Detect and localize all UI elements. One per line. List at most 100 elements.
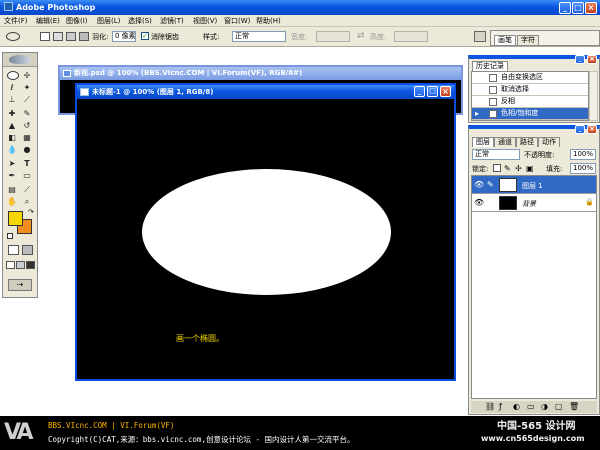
palette-well-icon[interactable] [474, 31, 486, 42]
eraser-tool-icon[interactable]: ◧ [7, 133, 17, 143]
doc-minimize-button[interactable]: _ [414, 86, 425, 97]
feather-input[interactable]: 0 像素 [112, 31, 136, 42]
minimize-button[interactable]: _ [559, 2, 571, 14]
tab-actions[interactable]: 动作 [538, 137, 560, 147]
tab-brushes[interactable]: 画笔 [494, 35, 516, 45]
back-document-title: 新视.psd @ 100% (BBS.VIcnc.COM | VI.Forum(… [74, 69, 303, 77]
screen-mode-standard-icon[interactable] [6, 261, 15, 269]
ellipse-marquee-icon[interactable] [6, 32, 20, 41]
screen-mode-full-menu-icon[interactable] [16, 261, 25, 269]
menu-file[interactable]: 文件(F) [4, 16, 28, 26]
history-item-selected[interactable]: ▸ 色相/饱和度 [472, 108, 588, 120]
doc-close-button[interactable]: × [440, 86, 451, 97]
adjustment-layer-icon[interactable]: ◑ [541, 402, 548, 411]
lock-position-icon[interactable]: ✢ [515, 164, 522, 173]
layer-style-icon[interactable]: ƒ [499, 402, 502, 411]
layers-close-button[interactable]: × [587, 125, 597, 134]
gradient-tool-icon[interactable]: ▦ [22, 133, 32, 143]
menu-help[interactable]: 帮助(H) [256, 16, 281, 26]
swap-colors-icon[interactable]: ↷ [28, 208, 34, 216]
menu-filter[interactable]: 滤镜(T) [160, 16, 184, 26]
selection-mode-new-icon[interactable] [40, 32, 50, 41]
new-group-icon[interactable]: ▭ [527, 402, 535, 411]
tab-channels[interactable]: 通道 [494, 137, 516, 147]
hand-tool-icon[interactable]: ✋ [7, 197, 17, 207]
selection-mode-intersect-icon[interactable] [79, 32, 89, 41]
history-minimize-button[interactable]: _ [575, 55, 585, 64]
default-colors-icon[interactable] [7, 233, 13, 239]
width-input[interactable] [316, 31, 350, 42]
menu-image[interactable]: 图像(I) [66, 16, 88, 26]
type-tool-icon[interactable]: T [22, 159, 32, 169]
layers-minimize-button[interactable]: _ [575, 125, 585, 134]
opacity-input[interactable]: 100% [570, 149, 596, 160]
back-document-title-bar[interactable]: 新视.psd @ 100% (BBS.VIcnc.COM | VI.Forum(… [60, 67, 461, 80]
zoom-tool-icon[interactable]: ⌕ [22, 197, 32, 207]
history-step-icon [489, 110, 497, 118]
pen-tool-icon[interactable]: ✒ [7, 171, 17, 181]
layer-row[interactable]: 👁 背景 🔒 [472, 194, 596, 212]
healing-brush-tool-icon[interactable]: ✚ [7, 109, 17, 119]
swap-dimensions-icon[interactable]: ⇄ [357, 31, 365, 41]
screen-mode-full-icon[interactable] [26, 261, 35, 269]
lock-transparency-icon[interactable] [493, 164, 501, 172]
tab-characters[interactable]: 字符 [517, 35, 539, 45]
style-select[interactable]: 正常 [232, 31, 286, 42]
front-document-title-bar[interactable]: 未标题-1 @ 100% (图层 1, RGB/8) [77, 85, 454, 99]
clone-stamp-tool-icon[interactable]: ▲ [7, 121, 17, 131]
tab-layers[interactable]: 图层 [472, 137, 494, 147]
link-layers-icon[interactable]: ⛓ [485, 402, 495, 411]
magic-wand-tool-icon[interactable]: ✦ [22, 83, 32, 93]
history-item[interactable]: 反相 [472, 96, 588, 108]
menu-window[interactable]: 窗口(W) [224, 16, 250, 26]
blur-tool-icon[interactable]: 💧 [7, 145, 17, 155]
lock-all-icon[interactable]: ▣ [526, 164, 534, 173]
eye-icon[interactable]: 👁 [474, 180, 484, 189]
blend-mode-select[interactable]: 正常 [472, 149, 520, 160]
antialias-checkbox[interactable]: ✓ [141, 32, 149, 40]
slice-tool-icon[interactable]: ⟋ [22, 95, 32, 105]
layers-bottom-bar: ⛓ ƒ ◐ ▭ ◑ ▢ 🗑 [471, 401, 597, 413]
doc-maximize-button[interactable]: □ [427, 86, 438, 97]
fill-input[interactable]: 100% [570, 163, 596, 174]
shape-tool-icon[interactable]: ▭ [22, 171, 32, 181]
brush-link-icon[interactable]: ✎ [487, 180, 494, 189]
selection-mode-add-icon[interactable] [53, 32, 63, 41]
history-close-button[interactable]: × [587, 55, 597, 64]
menu-select[interactable]: 选择(S) [128, 16, 152, 26]
lock-pixels-icon[interactable]: ✎ [504, 164, 511, 173]
dodge-tool-icon[interactable]: ● [22, 145, 32, 155]
history-scrollbar[interactable] [589, 71, 598, 121]
history-item[interactable]: 自由变换选区 [472, 72, 588, 84]
foreground-color-swatch[interactable] [8, 211, 23, 226]
document-canvas[interactable]: 画一个椭圆。 [77, 99, 454, 379]
notes-tool-icon[interactable]: ▤ [7, 185, 17, 195]
feather-label: 羽化: [92, 33, 109, 41]
standard-mode-icon[interactable] [8, 245, 19, 255]
lasso-tool-icon[interactable]: ℓ [7, 83, 17, 93]
history-item[interactable]: 取消选择 [472, 84, 588, 96]
layer-mask-icon[interactable]: ◐ [513, 402, 520, 411]
path-selection-tool-icon[interactable]: ➤ [7, 159, 17, 169]
move-tool-icon[interactable]: ✢ [22, 71, 32, 81]
maximize-button[interactable]: □ [572, 2, 584, 14]
crop-tool-icon[interactable]: ⊥ [7, 95, 17, 105]
tab-paths[interactable]: 路径 [516, 137, 538, 147]
brush-tool-icon[interactable]: ✎ [22, 109, 32, 119]
selection-mode-subtract-icon[interactable] [66, 32, 76, 41]
menu-layer[interactable]: 图层(L) [97, 16, 120, 26]
eye-icon[interactable]: 👁 [474, 198, 484, 207]
delete-layer-icon[interactable]: 🗑 [569, 402, 579, 411]
imageready-jump-icon[interactable]: ⇢ [8, 279, 32, 291]
eyedropper-tool-icon[interactable]: ⟋ [22, 185, 32, 195]
new-layer-icon[interactable]: ▢ [555, 402, 563, 411]
menu-edit[interactable]: 编辑(E) [36, 16, 60, 26]
height-input[interactable] [394, 31, 428, 42]
tab-history[interactable]: 历史记录 [472, 61, 508, 71]
quick-mask-mode-icon[interactable] [22, 245, 33, 255]
layer-row-selected[interactable]: 👁 ✎ 图层 1 [472, 176, 596, 194]
menu-view[interactable]: 视图(V) [193, 16, 217, 26]
history-brush-tool-icon[interactable]: ↺ [22, 121, 32, 131]
close-button[interactable]: × [585, 2, 597, 14]
elliptical-marquee-tool-icon[interactable] [7, 71, 19, 80]
